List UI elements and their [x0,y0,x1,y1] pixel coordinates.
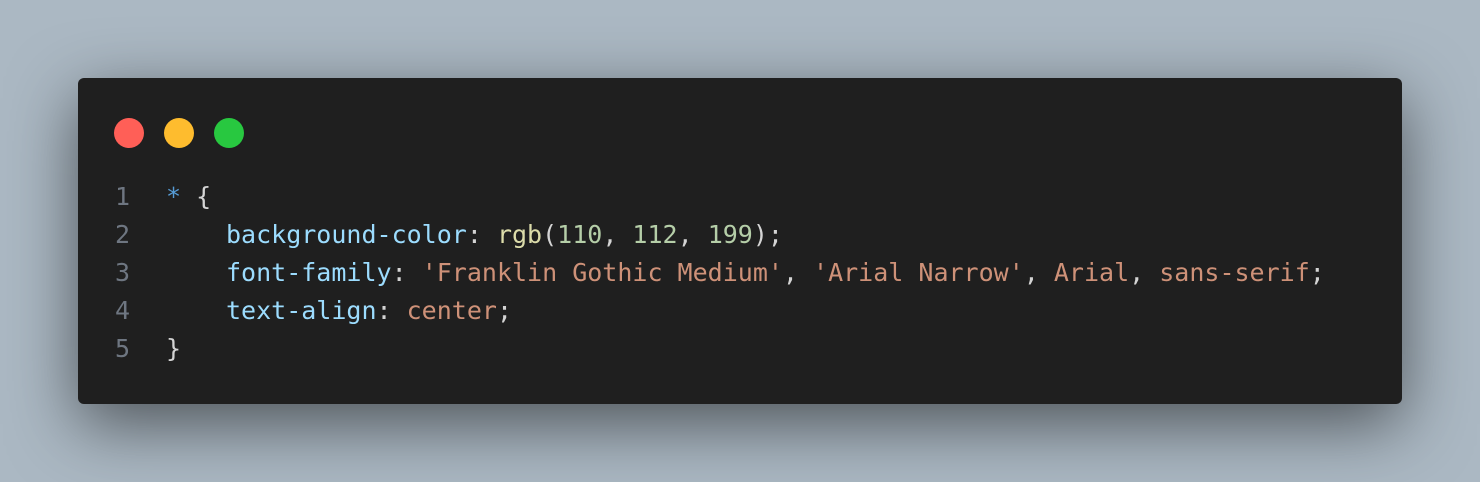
token-function: rgb [496,220,543,249]
code-line: 4 text-align: center; [78,292,1402,330]
code-window: 1 * {2 background-color: rgb(110, 112, 199… [78,78,1402,404]
token-punctuation: : [376,296,407,325]
token-number: 110 [557,220,603,249]
token-property: font-family [226,258,392,287]
line-number: 1 [114,182,130,211]
token-punctuation: ( [542,220,558,249]
window-controls [114,118,244,148]
code-block: 1 * {2 background-color: rgb(110, 112, 199… [78,178,1402,368]
token-punctuation: : [391,258,422,287]
token-string: center [406,296,497,325]
token-string: 'Franklin Gothic Medium' [421,258,783,287]
token-punctuation: ); [752,220,783,249]
line-number: 2 [114,220,130,249]
token-punctuation: , [1023,258,1054,287]
token-punctuation: ; [1309,258,1325,287]
token-string: Arial [1053,258,1130,287]
token-selector: * [166,182,182,211]
code-line: 3 font-family: 'Franklin Gothic Medium', … [78,254,1402,292]
close-icon[interactable] [114,118,144,148]
token-property: text-align [226,296,377,325]
token-string: sans-serif [1159,258,1310,287]
token-punctuation: , [602,220,633,249]
token-punctuation: { [181,182,212,211]
code-content: font-family: 'Franklin Gothic Medium', '… [130,254,1325,292]
token-number: 199 [707,220,753,249]
token-property: background-color [226,220,467,249]
code-line: 1 * { [78,178,1402,216]
code-content: } [130,330,181,368]
code-content: text-align: center; [130,292,512,330]
token-punctuation: , [782,258,814,287]
token-string: 'Arial Narrow' [813,258,1024,287]
code-content: * { [130,178,211,216]
code-line: 5} [78,330,1402,368]
token-punctuation: : [466,220,497,249]
token-number: 112 [632,220,678,249]
minimize-icon[interactable] [164,118,194,148]
line-number: 5 [114,334,130,363]
code-content: background-color: rgb(110, 112, 199); [130,216,783,254]
zoom-icon[interactable] [214,118,244,148]
code-line: 2 background-color: rgb(110, 112, 199); [78,216,1402,254]
line-number: 3 [114,258,130,287]
token-punctuation: ; [496,296,512,325]
line-number: 4 [114,296,130,325]
token-punctuation: } [166,334,182,363]
token-punctuation: , [677,220,708,249]
token-punctuation: , [1129,258,1160,287]
